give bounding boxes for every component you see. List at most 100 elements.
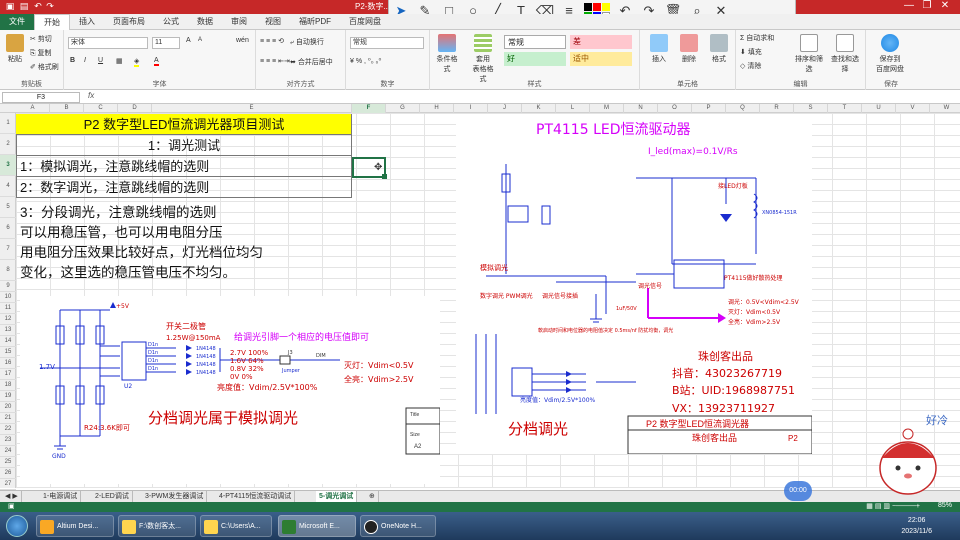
save-baidu-button[interactable]: 保存到 百度网盘 xyxy=(872,34,908,74)
shrink-font-button[interactable]: A xyxy=(198,37,202,43)
tab-file[interactable]: 文件 xyxy=(0,13,34,30)
fx-icon[interactable]: fx xyxy=(88,91,94,100)
grow-font-button[interactable]: A xyxy=(186,37,191,44)
cut-button[interactable]: ✂ 剪切 xyxy=(30,34,52,44)
style-neutral[interactable]: 适中 xyxy=(570,52,632,66)
align-top-icons[interactable]: ≡ ≡ ≡ ⟲ xyxy=(260,37,284,45)
row-header-15[interactable]: 15 xyxy=(0,347,16,358)
column-header-t[interactable]: T xyxy=(828,104,862,113)
insert-cells-button[interactable]: 插入 xyxy=(646,34,672,64)
row-header-13[interactable]: 13 xyxy=(0,325,16,336)
project-title-cell[interactable]: P2 数字型LED恒流调光器项目测试 xyxy=(16,114,352,135)
row-header-6[interactable]: 6 xyxy=(0,218,16,239)
row-header-5[interactable]: 5 xyxy=(0,197,16,218)
column-header-i[interactable]: I xyxy=(454,104,488,113)
taskbar-altium[interactable]: Altium Desi... xyxy=(36,515,114,537)
row-header-7[interactable]: 7 xyxy=(0,239,16,260)
digital-dimming-cell[interactable]: 2：数字调光，注意跳线帽的选则 xyxy=(16,177,352,198)
segment-note-2[interactable]: 用电阻分压效果比较好点，灯光档位均匀 xyxy=(20,242,263,264)
column-header-u[interactable]: U xyxy=(862,104,896,113)
font-size-combo[interactable]: 11 xyxy=(152,37,180,49)
column-header-l[interactable]: L xyxy=(556,104,590,113)
row-header-9[interactable]: 9 xyxy=(0,281,16,292)
autosum-button[interactable]: Σ 自动求和 xyxy=(740,33,774,43)
row-header-4[interactable]: 4 xyxy=(0,176,16,197)
row-header-8[interactable]: 8 xyxy=(0,260,16,281)
column-header-d[interactable]: D xyxy=(118,104,152,113)
column-header-w[interactable]: W xyxy=(930,104,960,113)
tab-foxit-pdf[interactable]: 福昕PDF xyxy=(290,14,340,30)
segment-dimming-line[interactable]: 3：分段调光，注意跳线帽的选则 xyxy=(20,202,217,224)
undo-icon[interactable]: ↶ xyxy=(32,1,44,13)
redo-icon[interactable]: ↷ xyxy=(44,1,56,13)
row-header-2[interactable]: 2 xyxy=(0,134,16,155)
find-select-button[interactable]: 查找和选择 xyxy=(828,34,862,74)
column-header-q[interactable]: Q xyxy=(726,104,760,113)
clear-button[interactable]: ◇ 清除 xyxy=(740,61,761,71)
tab-review[interactable]: 审阅 xyxy=(222,14,256,30)
style-normal[interactable]: 常规 xyxy=(504,35,566,49)
column-header-f[interactable]: F xyxy=(352,104,386,113)
tab-baidu[interactable]: 百度网盘 xyxy=(340,14,390,30)
color-red-swatch[interactable] xyxy=(593,2,601,11)
tab-insert[interactable]: 插入 xyxy=(70,14,104,30)
bold-button[interactable]: B xyxy=(70,57,75,64)
column-header-n[interactable]: N xyxy=(624,104,658,113)
row-header-12[interactable]: 12 xyxy=(0,314,16,325)
analog-dimming-cell[interactable]: 1：模拟调光，注意跳线帽的选则 xyxy=(16,156,352,177)
style-bad[interactable]: 差 xyxy=(570,35,632,49)
dimming-test-cell[interactable]: 1：调光测试 xyxy=(16,135,352,156)
row-header-21[interactable]: 21 xyxy=(0,413,16,424)
column-header-a[interactable]: A xyxy=(16,104,50,113)
column-header-h[interactable]: H xyxy=(420,104,454,113)
row-header-23[interactable]: 23 xyxy=(0,435,16,446)
italic-button[interactable]: I xyxy=(84,57,86,64)
row-header-24[interactable]: 24 xyxy=(0,446,16,457)
taskbar-onenote[interactable]: OneNote H... xyxy=(360,515,436,537)
copy-button[interactable]: ⎘ 复制 xyxy=(30,48,52,58)
number-format-combo[interactable]: 常规 xyxy=(350,37,424,49)
tab-home[interactable]: 开始 xyxy=(34,13,70,30)
tab-view[interactable]: 视图 xyxy=(256,14,290,30)
taskbar-folder-f[interactable]: F:\数创客太... xyxy=(118,515,196,537)
sheet-tab-led[interactable]: 2-LED调试 xyxy=(92,491,133,502)
sheet-tab-power[interactable]: 1-电源调试 xyxy=(40,491,82,502)
name-box[interactable]: F3 xyxy=(2,92,80,103)
fill-button[interactable]: ⬇ 填充 xyxy=(740,47,762,57)
close-button[interactable]: ✕ xyxy=(936,0,954,11)
row-header-17[interactable]: 17 xyxy=(0,369,16,380)
row-header-20[interactable]: 20 xyxy=(0,402,16,413)
system-clock[interactable]: 22:06 2023/11/6 xyxy=(901,515,932,537)
start-button[interactable] xyxy=(6,515,28,537)
sheet-tab-dimming[interactable]: 5-调光调试 xyxy=(316,491,358,502)
fill-handle[interactable] xyxy=(382,174,387,179)
paste-button[interactable]: 粘贴 xyxy=(2,34,28,64)
merge-center-button[interactable]: ⬌ 合并后居中 xyxy=(290,57,333,67)
restore-button[interactable]: ❐ xyxy=(918,0,936,11)
format-painter-button[interactable]: ✐ 格式刷 xyxy=(30,62,59,72)
row-header-22[interactable]: 22 xyxy=(0,424,16,435)
row-header-3[interactable]: 3 xyxy=(0,155,16,176)
save-icon[interactable]: ▤ xyxy=(18,1,30,13)
border-icon[interactable]: ▦ xyxy=(116,57,123,65)
fill-color-icon[interactable]: ◈ xyxy=(134,57,140,67)
style-good[interactable]: 好 xyxy=(504,52,566,66)
row-header-10[interactable]: 10 xyxy=(0,292,16,303)
row-header-27[interactable]: 27 xyxy=(0,479,16,490)
row-header-14[interactable]: 14 xyxy=(0,336,16,347)
segment-note-1[interactable]: 可以用稳压管，也可以用电阻分压 xyxy=(20,222,223,244)
font-color-icon[interactable]: A xyxy=(154,57,159,66)
row-header-1[interactable]: 1 xyxy=(0,113,16,134)
tab-formulas[interactable]: 公式 xyxy=(154,14,188,30)
column-header-k[interactable]: K xyxy=(522,104,556,113)
row-header-26[interactable]: 26 xyxy=(0,468,16,479)
sort-filter-button[interactable]: 排序和筛选 xyxy=(792,34,826,74)
row-header-25[interactable]: 25 xyxy=(0,457,16,468)
column-header-e[interactable]: E xyxy=(152,104,352,113)
format-cells-button[interactable]: 格式 xyxy=(706,34,732,64)
column-header-b[interactable]: B xyxy=(50,104,84,113)
column-header-r[interactable]: R xyxy=(760,104,794,113)
wrap-text-button[interactable]: ⤶ 自动换行 xyxy=(290,37,324,47)
align-left-icons[interactable]: ≡ ≡ ≡ ⇤⇥ xyxy=(260,57,290,65)
minimize-button[interactable]: — xyxy=(900,0,918,11)
